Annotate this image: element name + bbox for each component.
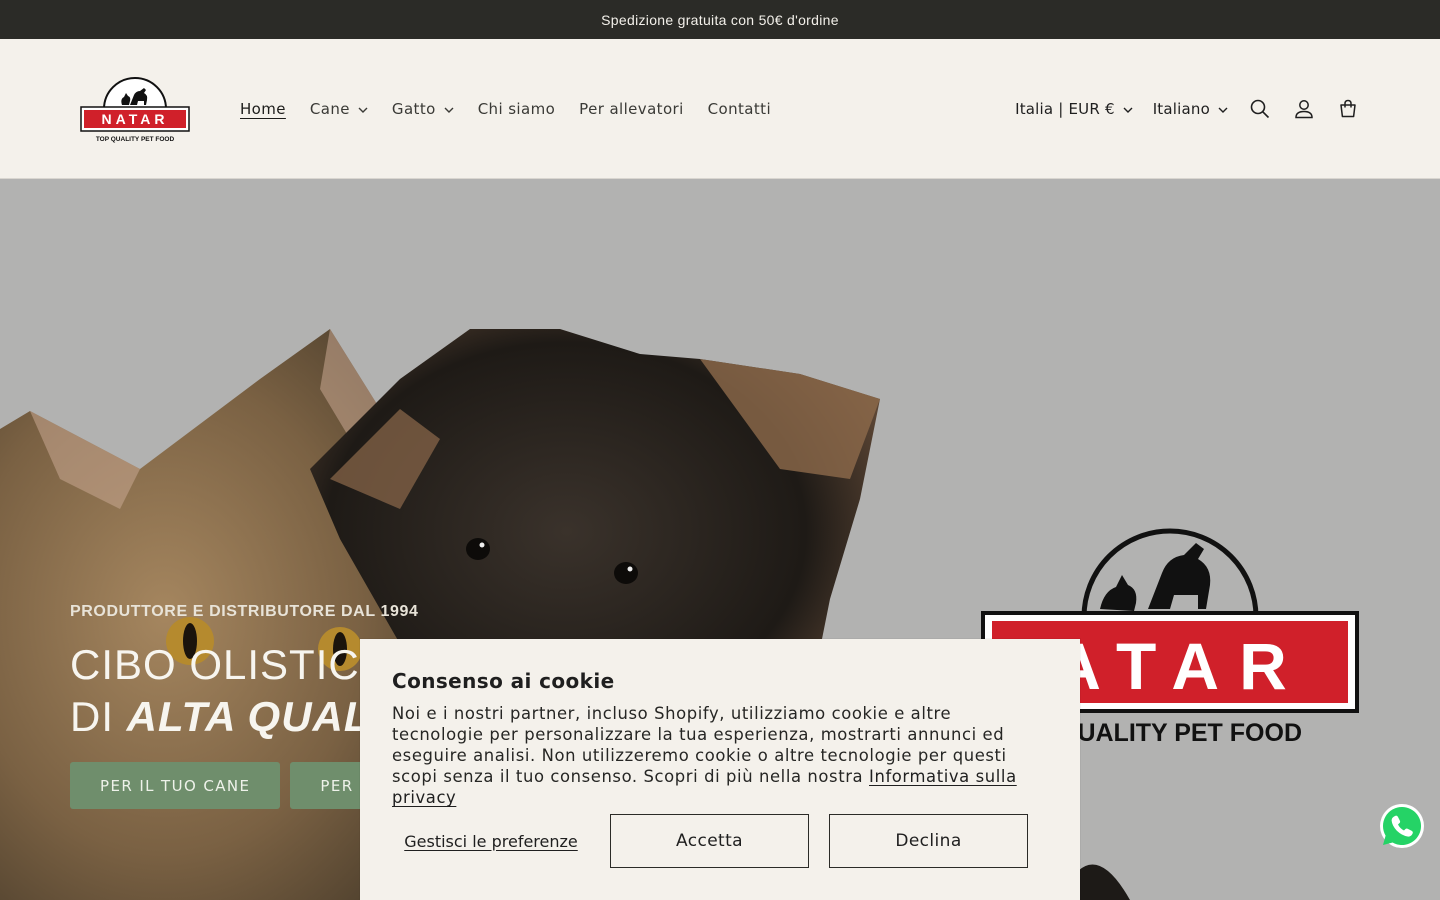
nav-item-label: Chi siamo [477, 100, 556, 118]
nav-item-home[interactable]: Home [228, 100, 298, 118]
announcement-bar: Spedizione gratuita con 50€ d'ordine [0, 0, 1440, 39]
cart-icon [1340, 99, 1356, 118]
main-nav: Home Cane Gatto Chi siamo Per allevatori… [228, 39, 783, 179]
nav-item-chi-siamo[interactable]: Chi siamo [466, 100, 567, 118]
chevron-down-icon [1218, 107, 1228, 113]
hero-title-prefix: DI [70, 693, 127, 740]
hero-title-emphasis: ALTA QUALI [126, 693, 384, 740]
search-button[interactable] [1238, 87, 1282, 131]
country-currency-label: Italia | EUR € [1015, 100, 1115, 118]
natar-logo-icon: NATAR TOP QUALITY PET FOOD [80, 77, 190, 143]
svg-text:TOP QUALITY PET FOOD: TOP QUALITY PET FOOD [96, 136, 175, 143]
nav-item-label: Gatto [391, 100, 436, 118]
nav-item-label: Contatti [707, 100, 772, 118]
site-header: NATAR TOP QUALITY PET FOOD Home Cane Gat… [0, 39, 1440, 179]
manage-preferences-button[interactable]: Gestisci le preferenze [392, 832, 590, 851]
language-label: Italiano [1152, 100, 1210, 118]
chevron-down-icon [444, 107, 454, 113]
site-logo[interactable]: NATAR TOP QUALITY PET FOOD [80, 71, 190, 147]
announcement-text: Spedizione gratuita con 50€ d'ordine [601, 11, 839, 28]
decline-button[interactable]: Declina [829, 814, 1028, 868]
dog-products-button[interactable]: PER IL TUO CANE [70, 762, 281, 809]
search-icon [1250, 99, 1270, 119]
hero-title-line-2: DI ALTA QUALI [70, 691, 393, 743]
account-icon [1295, 100, 1313, 119]
hero-title-line-1: CIBO OLISTICO [70, 641, 394, 688]
account-button[interactable] [1282, 87, 1326, 131]
cookie-consent-banner: Consenso ai cookie Noi e i nostri partne… [360, 639, 1080, 900]
cookie-title: Consenso ai cookie [392, 669, 615, 693]
nav-item-label: Per allevatori [579, 100, 684, 118]
country-currency-selector[interactable]: Italia | EUR € [1005, 100, 1143, 118]
whatsapp-chat-button[interactable] [1378, 802, 1426, 850]
whatsapp-icon [1380, 804, 1424, 848]
nav-item-gatto[interactable]: Gatto [380, 100, 466, 118]
svg-text:ATAR: ATAR [1053, 629, 1307, 703]
accept-button[interactable]: Accetta [610, 814, 809, 868]
nav-item-per-allevatori[interactable]: Per allevatori [567, 100, 696, 118]
hero-buttons: PER IL TUO CANE PER IL [70, 762, 406, 809]
cart-button[interactable] [1326, 87, 1370, 131]
chevron-down-icon [358, 107, 368, 113]
header-utilities: Italia | EUR € Italiano [1005, 39, 1370, 179]
svg-text:NATAR: NATAR [102, 111, 169, 127]
nav-item-cane[interactable]: Cane [298, 100, 380, 118]
nav-item-contatti[interactable]: Contatti [696, 100, 783, 118]
nav-item-label: Cane [309, 100, 350, 118]
hero-title: CIBO OLISTICO DI ALTA QUALI [70, 639, 393, 743]
svg-text:QUALITY PET FOOD: QUALITY PET FOOD [1058, 719, 1302, 747]
nav-item-label: Home [240, 100, 286, 118]
language-selector[interactable]: Italiano [1143, 100, 1238, 118]
cookie-body: Noi e i nostri partner, incluso Shopify,… [392, 703, 1048, 808]
hero-eyebrow: PRODUTTORE E DISTRIBUTORE DAL 1994 [70, 603, 419, 620]
cookie-actions: Gestisci le preferenze Accetta Declina [392, 814, 1028, 868]
chevron-down-icon [1123, 107, 1133, 113]
